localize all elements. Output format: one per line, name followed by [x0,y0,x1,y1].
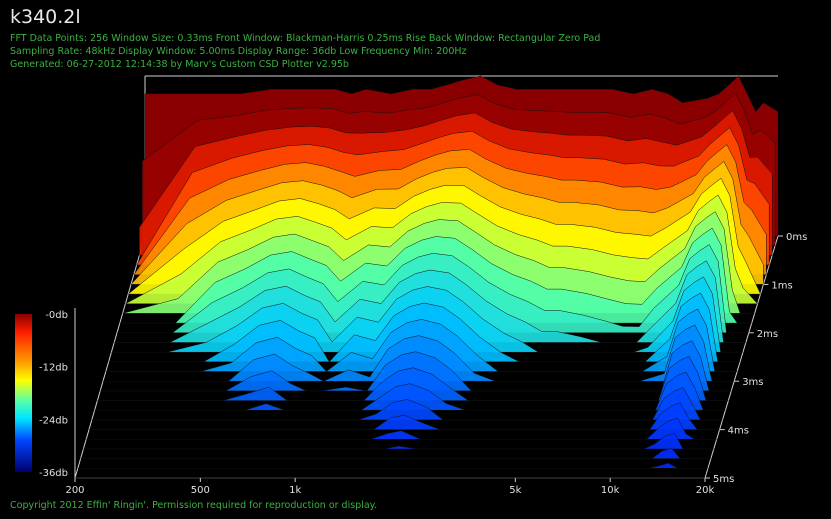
frequency-tick-label: 20k [696,485,715,496]
waterfall-slice [80,447,711,459]
level-scale-label: -24db [39,415,68,426]
copyright-text: Copyright 2012 Effin' Ringin'. Permissio… [10,500,377,511]
level-scale-label: -12db [39,363,68,374]
waterfall-slice [77,462,708,469]
time-tick-label: 1ms [771,280,792,291]
color-scale-labels: -0db -12db -24db -36db [39,310,68,479]
time-tick-label: 0ms [786,232,807,243]
frequency-tick-label: 500 [191,485,210,496]
time-tick-label: 2ms [757,329,778,340]
frequency-tick-label: 5k [509,485,521,496]
csd-waterfall-chart: 200 500 1k 5k 10k 20k 0ms 1ms 2ms 3ms 4ms 5ms -0db… [15,75,807,496]
time-tick-label: 4ms [728,426,749,437]
color-scale-bar [15,314,32,472]
frequency-tick-label: 200 [65,485,84,496]
frequency-tick-label: 10k [601,485,620,496]
frequency-tick-label: 1k [289,485,301,496]
time-tick-label: 5ms [713,474,734,485]
frame-left-floor-edge [74,235,146,479]
waterfall-slices [75,75,779,479]
color-scale-legend [15,314,32,472]
level-scale-label: -0db [45,310,68,321]
level-scale-label: -36db [39,468,68,479]
time-tick-label: 3ms [742,377,763,388]
frequency-axis: 200 500 1k 5k 10k 20k [65,478,714,496]
